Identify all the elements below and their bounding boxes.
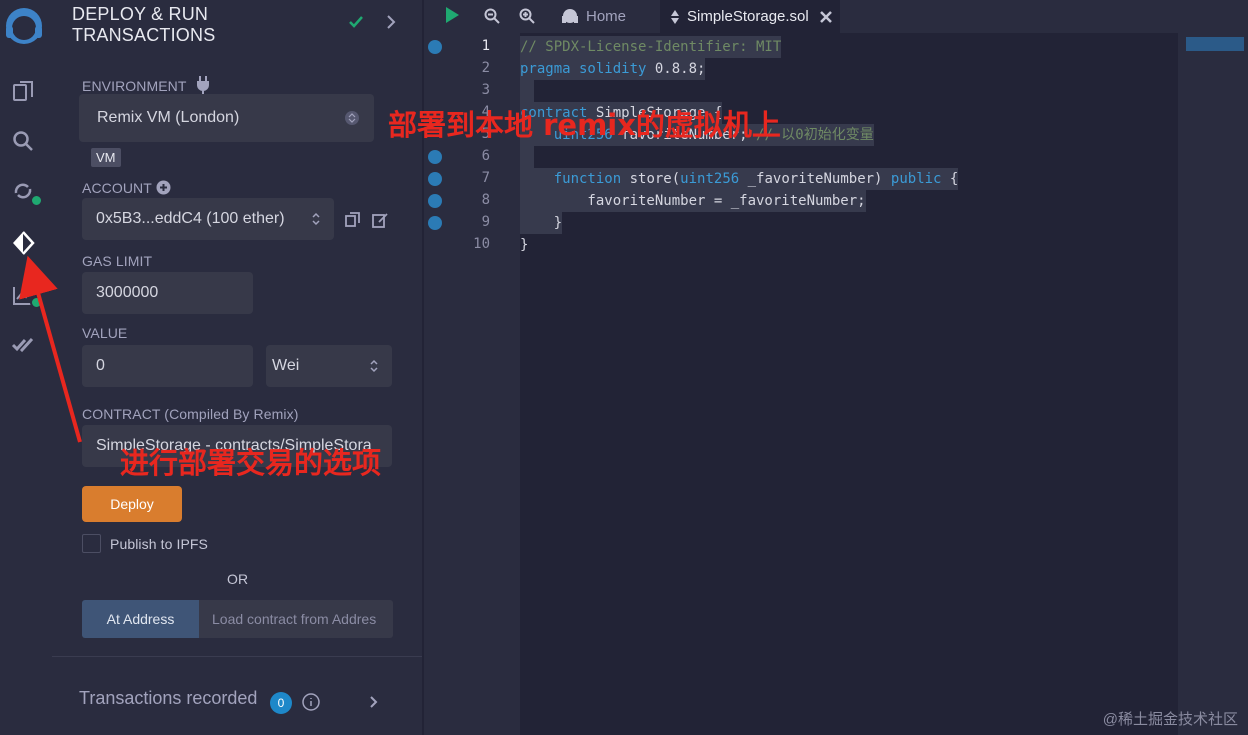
or-label: OR (227, 571, 249, 587)
search-icon[interactable] (8, 126, 38, 156)
close-tab-icon[interactable] (819, 10, 833, 24)
account-arrows-icon (312, 212, 320, 226)
code-line: pragma solidity 0.8.8; (520, 58, 706, 80)
code-text: favoriteNumber = _favoriteNumber; (520, 193, 866, 209)
breakpoint-icon[interactable] (428, 40, 442, 54)
analysis-badge-icon (30, 296, 43, 309)
code-line: // SPDX-License-Identifier: MIT (520, 36, 782, 58)
breakpoint-icon[interactable] (428, 172, 442, 186)
line-number: 2 (481, 60, 490, 76)
value-unit-select[interactable]: Wei (266, 345, 392, 387)
copy-icon[interactable] (345, 212, 360, 232)
plugin-check-icon (348, 14, 364, 35)
code-text: _favoriteNumber) (739, 171, 891, 187)
environment-select[interactable]: Remix VM (London) (79, 94, 374, 142)
tab-home[interactable]: Home (554, 0, 654, 33)
publish-ipfs-checkbox[interactable] (82, 534, 101, 553)
code-line: } (520, 212, 563, 234)
deploy-run-panel: DEPLOY & RUN TRANSACTIONS ENVIRONMENT Re… (52, 0, 422, 735)
line-number: 1 (481, 38, 490, 54)
environment-value: Remix VM (London) (97, 109, 240, 126)
breakpoint-icon[interactable] (428, 216, 442, 230)
vm-chip: VM (91, 148, 121, 167)
code-line: favoriteNumber = _favoriteNumber; (520, 190, 866, 212)
value-unit: Wei (272, 357, 300, 374)
panel-title: DEPLOY & RUN TRANSACTIONS (72, 4, 215, 46)
panel-title-line2: TRANSACTIONS (72, 25, 216, 45)
code-text: } (520, 215, 563, 231)
code-keyword: pragma solidity (520, 61, 647, 77)
line-number: 7 (481, 170, 490, 186)
chevron-right-icon[interactable] (386, 14, 396, 35)
load-contract-input[interactable]: Load contract from Addres (199, 600, 393, 638)
solidity-file-icon (671, 9, 679, 24)
code-line (520, 146, 534, 168)
code-keyword: public (890, 171, 942, 187)
contract-label: CONTRACT (Compiled By Remix) (82, 406, 299, 422)
code-line: function store(uint256 _favoriteNumber) … (520, 168, 959, 190)
code-text: store( (621, 171, 681, 187)
code-text: { (941, 171, 959, 187)
file-explorer-icon[interactable] (8, 76, 38, 106)
zoom-out-icon[interactable] (484, 8, 500, 29)
line-number: 8 (481, 192, 490, 208)
minimap-viewport[interactable] (1186, 37, 1244, 51)
transactions-label: Transactions recorded (79, 688, 258, 708)
unit-testing-icon[interactable] (8, 330, 38, 360)
tab-home-label: Home (586, 8, 627, 25)
line-number: 10 (473, 236, 490, 252)
value-input[interactable]: 0 (82, 345, 253, 387)
environment-label: ENVIRONMENT (82, 78, 187, 94)
remix-logo[interactable] (2, 4, 46, 48)
code-comment: // SPDX-License-Identifier: MIT (520, 39, 782, 55)
code-keyword: function (520, 171, 622, 187)
account-label: ACCOUNT (82, 180, 152, 196)
account-value: 0x5B3...eddC4 (100 ether) (96, 210, 285, 227)
value-label: VALUE (82, 325, 128, 341)
deploy-run-icon[interactable] (8, 228, 38, 258)
breakpoint-icon[interactable] (428, 150, 442, 164)
at-address-button[interactable]: At Address (82, 600, 199, 638)
add-account-icon[interactable] (156, 180, 171, 200)
tab-simplestorage[interactable]: SimpleStorage.sol (660, 0, 840, 33)
annotation-vm-note: 部署到本地 remix的虚拟机上 (388, 108, 781, 142)
line-number: 9 (481, 214, 490, 230)
annotation-deploy-note: 进行部署交易的选项 (120, 446, 382, 480)
line-number: 6 (481, 148, 490, 164)
tab-file-label: SimpleStorage.sol (687, 8, 809, 25)
editor-minimap[interactable] (1178, 33, 1248, 735)
deploy-button[interactable]: Deploy (82, 486, 182, 522)
home-remix-icon (562, 8, 578, 23)
editor-tab-bar: Home SimpleStorage.sol (424, 0, 1248, 33)
code-line: } (520, 234, 528, 256)
expand-chevron-icon[interactable] (370, 695, 378, 713)
code-text: } (520, 237, 529, 253)
icon-rail (0, 0, 52, 735)
info-icon[interactable] (302, 693, 320, 716)
breakpoint-icon[interactable] (428, 194, 442, 208)
code-text: 0.8.8; (646, 61, 706, 77)
publish-ipfs-label: Publish to IPFS (110, 536, 208, 552)
transactions-count-badge: 0 (270, 692, 292, 714)
zoom-in-icon[interactable] (519, 8, 535, 29)
watermark: @稀土掘金技术社区 (1102, 711, 1238, 728)
compiled-check-icon (30, 194, 43, 207)
panel-title-line1: DEPLOY & RUN (72, 4, 209, 24)
edit-icon[interactable] (372, 212, 388, 233)
gas-limit-input[interactable]: 3000000 (82, 272, 253, 314)
run-script-icon[interactable] (444, 6, 460, 29)
transactions-recorded[interactable]: Transactions recorded 0 (52, 656, 422, 735)
code-line (520, 80, 534, 102)
code-keyword: uint256 (680, 171, 740, 187)
account-select[interactable]: 0x5B3...eddC4 (100 ether) (82, 198, 334, 240)
gas-limit-label: GAS LIMIT (82, 253, 153, 269)
select-arrows-icon (345, 111, 359, 125)
line-number: 3 (481, 82, 490, 98)
unit-arrows-icon (370, 359, 378, 373)
